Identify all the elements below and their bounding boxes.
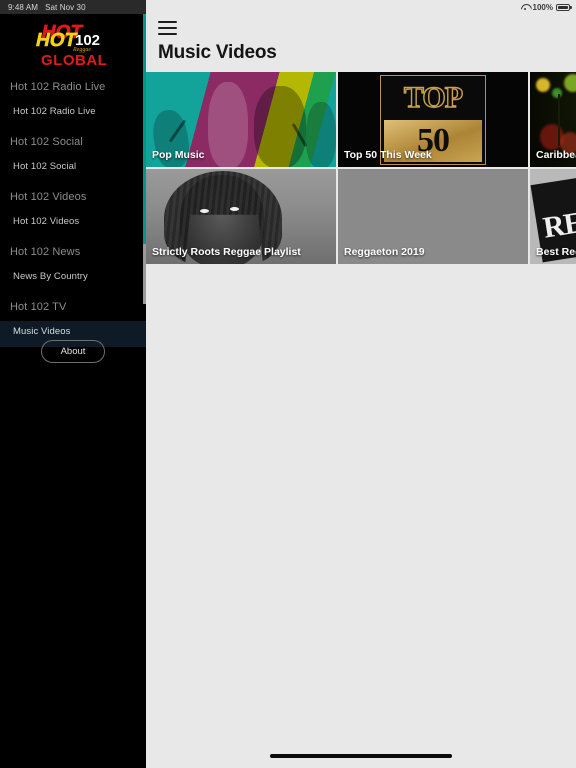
artwork-figure — [208, 82, 248, 167]
sidebar-item-hot-102-radio-live[interactable]: Hot 102 Radio Live — [0, 101, 146, 127]
main-content: Music Videos Pop Music TOP 50 Top 50 Thi… — [146, 0, 576, 768]
card-label: Reggaeton 2019 — [344, 246, 425, 258]
card-label: Best Reggae — [536, 246, 576, 258]
card-row: Strictly Roots Reggae Playlist Reggaeton… — [146, 169, 576, 264]
sidebar-navigation: HOT HOT 102 Reggae GLOBAL Hot 102 Radio … — [0, 0, 146, 768]
video-card-grid: Pop Music TOP 50 Top 50 This Week Caribb… — [146, 72, 576, 266]
page-title: Music Videos — [158, 42, 277, 63]
sidebar-scrollbar-thumb[interactable] — [143, 14, 146, 244]
about-button-container: About — [0, 340, 146, 363]
sidebar-menu-list: Hot 102 Radio Live Hot 102 Radio Live Ho… — [0, 72, 146, 347]
artwork-tag-text: RE — [540, 205, 576, 245]
sidebar-scrollbar-track[interactable] — [143, 244, 146, 304]
card-label: Pop Music — [152, 149, 205, 161]
artwork-eye — [230, 207, 239, 211]
sidebar-section-title: Hot 102 News — [10, 246, 81, 258]
card-label: Caribbean — [536, 149, 576, 161]
video-card-pop-music[interactable]: Pop Music — [146, 72, 336, 167]
card-label: Top 50 This Week — [344, 149, 432, 161]
video-card-caribbean[interactable]: Caribbean — [530, 72, 576, 167]
video-card-strictly-roots-reggae-playlist[interactable]: Strictly Roots Reggae Playlist — [146, 169, 336, 264]
sidebar-section-title: Hot 102 Social — [10, 136, 83, 148]
artwork-blob — [564, 74, 576, 92]
sidebar-statusbar-background — [0, 0, 146, 14]
palm-tree-icon — [558, 94, 560, 146]
artwork-blob — [536, 78, 550, 92]
sidebar-item-news-by-country[interactable]: News By Country — [0, 266, 146, 292]
sidebar-section-tv: Hot 102 TV Music Videos — [0, 292, 146, 347]
video-card-best-reggae[interactable]: RE Best Reggae — [530, 169, 576, 264]
sidebar-section-news: Hot 102 News News By Country — [0, 237, 146, 292]
card-row: Pop Music TOP 50 Top 50 This Week Caribb… — [146, 72, 576, 167]
app-header: Music Videos — [146, 14, 576, 72]
card-label: Strictly Roots Reggae Playlist — [152, 246, 301, 258]
top50-word-top: TOP — [403, 80, 464, 114]
svg-text:GLOBAL: GLOBAL — [41, 52, 107, 69]
home-indicator — [270, 754, 452, 758]
video-card-top-50-this-week[interactable]: TOP 50 Top 50 This Week — [338, 72, 528, 167]
sidebar-section-title: Hot 102 TV — [10, 301, 67, 313]
hamburger-line — [158, 27, 177, 29]
artwork-figure — [254, 86, 306, 167]
sidebar-section-title: Hot 102 Radio Live — [10, 81, 106, 93]
about-button[interactable]: About — [40, 340, 106, 363]
sidebar-section-videos: Hot 102 Videos Hot 102 Videos — [0, 182, 146, 237]
sidebar-item-hot-102-videos[interactable]: Hot 102 Videos — [0, 211, 146, 237]
sidebar-section-radio-live: Hot 102 Radio Live Hot 102 Radio Live — [0, 72, 146, 127]
logo-svg: HOT HOT 102 Reggae GLOBAL — [34, 22, 107, 69]
sidebar-section-title: Hot 102 Videos — [10, 191, 87, 203]
sidebar-item-hot-102-social[interactable]: Hot 102 Social — [0, 156, 146, 182]
app-logo: HOT HOT 102 Reggae GLOBAL — [0, 16, 146, 72]
video-card-reggaeton-2019[interactable]: Reggaeton 2019 — [338, 169, 528, 264]
tablet-screen: HOT HOT 102 Reggae GLOBAL Hot 102 Radio … — [0, 0, 576, 768]
artwork-figure — [306, 102, 336, 167]
hamburger-line — [158, 21, 177, 23]
hamburger-menu-icon[interactable] — [158, 21, 177, 35]
sidebar-section-social: Hot 102 Social Hot 102 Social — [0, 127, 146, 182]
hamburger-line — [158, 33, 177, 35]
artwork-blob — [552, 88, 562, 98]
hot-102-global-logo-icon: HOT HOT 102 Reggae GLOBAL — [27, 18, 119, 70]
artwork-eye — [200, 209, 209, 213]
